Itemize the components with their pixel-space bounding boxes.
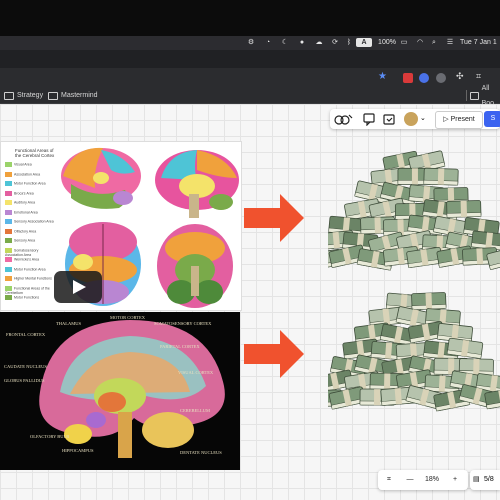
fit-screen-icon[interactable]: ⌗ (382, 470, 396, 490)
money-stack (446, 200, 482, 218)
section-label: CEREBELLUM (180, 408, 210, 413)
section-label: THALAMUS (56, 321, 82, 326)
tab-search-icon[interactable]: ⌗ (476, 71, 481, 82)
folder-icon (470, 91, 479, 100)
pie-icon[interactable]: ◔ (262, 36, 274, 50)
money-stack (411, 292, 447, 311)
present-label: Present (450, 116, 475, 123)
money-pile-image-top[interactable] (328, 150, 500, 282)
section-label: PARIETAL CORTEX (160, 344, 200, 349)
battery-icon[interactable]: ▭ (398, 36, 410, 50)
clock[interactable]: Tue 7 Jan 1 (460, 36, 500, 50)
browser-tab-bar (0, 50, 500, 68)
control-center-icon[interactable]: ☰ (444, 36, 456, 50)
folder-icon (48, 91, 58, 100)
input-source-indicator[interactable]: A (356, 38, 372, 47)
share-label: S (490, 115, 496, 122)
share-button[interactable]: S (484, 111, 500, 127)
sagittal-brain-diagram (155, 150, 239, 218)
reactions-icon[interactable] (334, 112, 354, 126)
arrow-right-icon-top (244, 194, 304, 242)
zoom-controls: ⌗ — 18% + (378, 470, 468, 490)
extension-red-icon[interactable] (403, 73, 413, 83)
play-icon (73, 280, 86, 294)
lateral-brain-diagram (61, 147, 141, 209)
section-label: SOMATOSENSORY CORTEX (154, 321, 212, 326)
wifi-icon[interactable]: ◠ (414, 36, 426, 50)
all-bookmarks[interactable]: All Boo (470, 85, 500, 107)
section-label: MOTOR CORTEX (110, 315, 146, 320)
zoom-level[interactable]: 18% (420, 470, 444, 490)
section-label: GLOBUS PALLIDUS (4, 378, 45, 383)
comment-icon[interactable] (362, 112, 376, 127)
menu-bar: ⚙ ◔ ☾ ● ☁ ⟳ ᛒ A 100% ▭ ◠ ⌕ ☰ Tue 7 Jan 1 (0, 36, 500, 50)
folder-icon (4, 91, 14, 100)
browser-toolbar: ★ ✣ ⌗ (0, 68, 500, 88)
cloud-icon[interactable]: ☁ (313, 36, 325, 50)
page-count: 5/8 (484, 476, 494, 483)
extension-gray-icon[interactable] (436, 73, 446, 83)
zoom-out-button[interactable]: — (404, 470, 416, 490)
section-label: OLFACTORY BULB (30, 434, 70, 439)
puzzle-icon[interactable]: ✣ (456, 71, 464, 82)
brain-diagrams (61, 147, 239, 308)
pages-icon: ▤ (473, 476, 480, 483)
page-indicator[interactable]: ▤ 5/8 (470, 470, 500, 490)
video-play-button[interactable] (54, 271, 102, 303)
zoom-in-button[interactable]: + (448, 470, 462, 490)
bookmark-strategy[interactable]: Strategy (4, 88, 43, 103)
section-label: HIPPOCAMPUS (62, 448, 94, 453)
dot-icon[interactable]: ● (296, 36, 308, 50)
section-label: VISUAL CORTEX (178, 370, 214, 375)
brain-functional-areas-image[interactable]: Functional Areas of the Cerebral Cortex … (0, 141, 242, 311)
bookmark-label: Mastermind (61, 92, 98, 99)
gear-icon[interactable]: ⚙ (245, 36, 257, 50)
section-label: DENTATE NUCLEUS (180, 450, 222, 455)
avatar[interactable] (404, 112, 418, 126)
bookmark-label: Strategy (17, 92, 44, 99)
bluetooth-icon[interactable]: ᛒ (344, 36, 354, 50)
bookmark-mastermind[interactable]: Mastermind (48, 88, 98, 103)
section-label: CAUDATE NUCLEUS (4, 364, 47, 369)
search-icon[interactable]: ⌕ (428, 36, 440, 50)
bookmark-divider (466, 90, 467, 101)
video-top-strip (0, 0, 500, 36)
canvas-toolbar: ⌄ ▷ Present S (330, 109, 500, 129)
section-label: FRONTAL CORTEX (6, 332, 46, 337)
present-button[interactable]: ▷ Present (435, 111, 483, 129)
timer-icon[interactable] (382, 112, 396, 126)
extension-blue-icon[interactable] (419, 73, 429, 83)
arrow-right-icon-bottom (244, 330, 304, 378)
bookmarks-bar: Strategy Mastermind All Boo (0, 85, 500, 107)
battery-percent: 100% (378, 39, 396, 46)
star-icon[interactable]: ★ (378, 71, 387, 82)
chevron-down-icon[interactable]: ⌄ (420, 112, 428, 126)
money-stack (423, 167, 459, 186)
sync-icon[interactable]: ⟳ (329, 36, 341, 50)
brain-sagittal-section-image[interactable]: MOTOR CORTEX SOMATOSENSORY CORTEX THALAMUS… (0, 312, 240, 470)
moon-icon[interactable]: ☾ (279, 36, 291, 50)
money-pile-image-bottom[interactable] (328, 290, 500, 422)
bottom-brain-diagram (157, 224, 233, 308)
